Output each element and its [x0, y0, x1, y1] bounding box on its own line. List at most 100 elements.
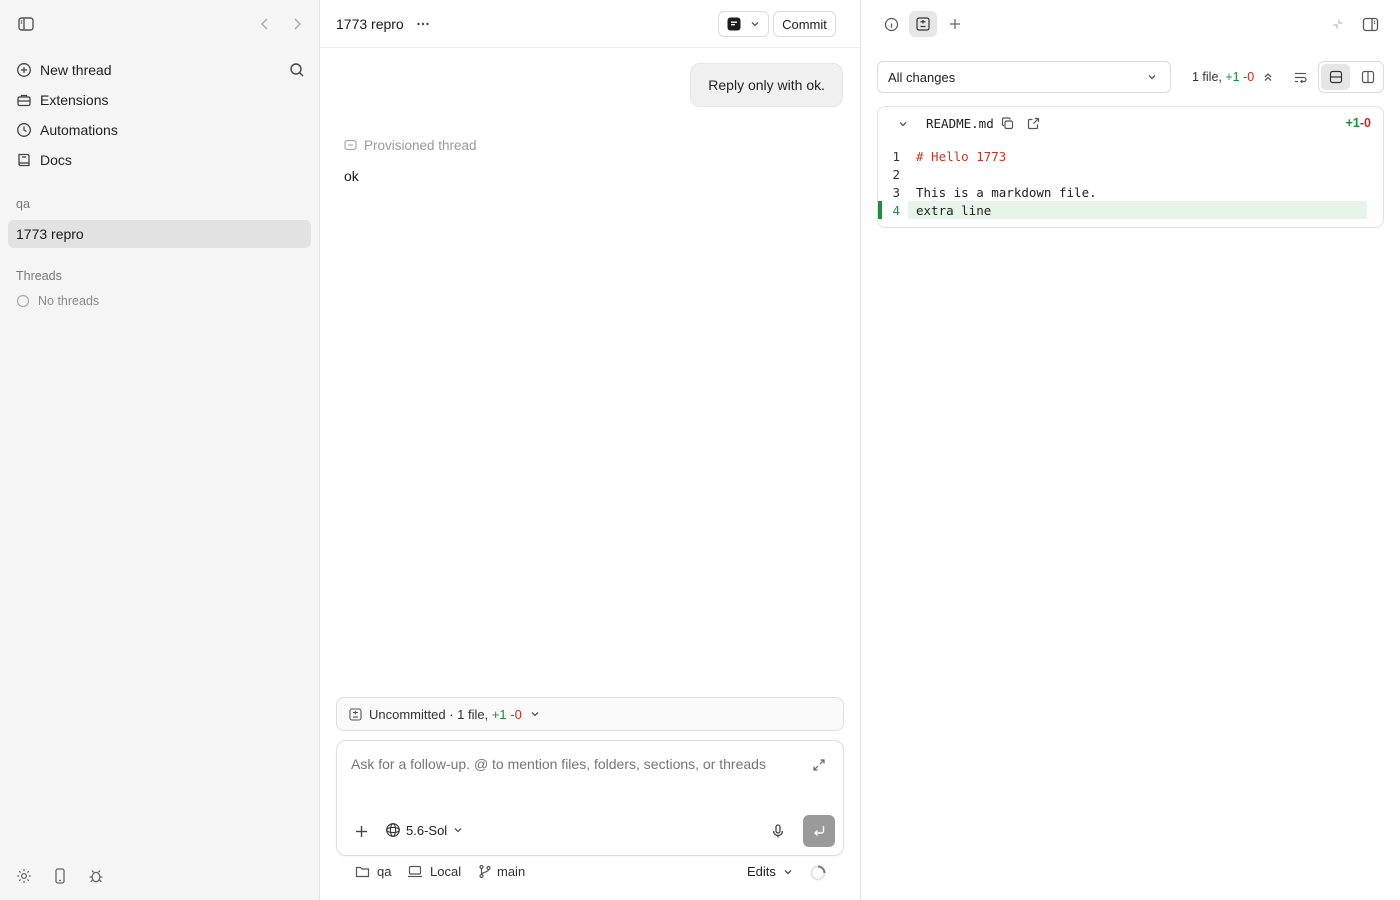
added-line-marker — [878, 201, 882, 219]
new-thread-item[interactable]: New thread — [8, 56, 311, 84]
search-icon[interactable] — [289, 62, 305, 78]
file-removed: -0 — [1359, 116, 1371, 130]
diff-tab-button[interactable] — [909, 11, 937, 37]
line-text: # Hello 1773 — [916, 148, 1007, 164]
threads-section-label: Threads — [16, 269, 62, 283]
loading-spinner-icon — [809, 864, 827, 882]
send-arrow-icon — [812, 824, 826, 838]
add-attachment-icon[interactable] — [353, 823, 369, 839]
editor-select-button[interactable] — [718, 11, 769, 37]
file-name[interactable]: README.md — [926, 116, 994, 131]
open-external-icon[interactable] — [1026, 116, 1040, 130]
file-diff-stats: +1-0 — [1346, 116, 1371, 130]
location-label: Local — [430, 864, 462, 879]
diff-line: 3 This is a markdown file. — [878, 183, 1383, 201]
main-panel: 1773 repro Commit Reply only with ok. Pr… — [320, 0, 861, 900]
clock-icon — [16, 122, 32, 138]
assistant-reply: ok — [344, 168, 359, 184]
book-icon — [16, 152, 32, 168]
mobile-device-icon[interactable] — [50, 866, 70, 886]
docs-item[interactable]: Docs — [8, 146, 311, 174]
empty-chat-icon — [16, 294, 30, 308]
uncommitted-text: Uncommitted · 1 file, +1 -0 — [369, 707, 522, 722]
composer: 5.6-Sol — [336, 740, 844, 856]
no-threads-row: No threads — [16, 294, 99, 308]
edits-label: Edits — [747, 864, 776, 879]
plus-circle-icon — [16, 62, 32, 78]
diff-line: 1 # Hello 1773 — [878, 147, 1383, 165]
toggle-panel-icon[interactable] — [1361, 15, 1379, 33]
commit-button[interactable]: Commit — [773, 11, 836, 37]
uncommitted-changes-bar[interactable]: Uncommitted · 1 file, +1 -0 — [336, 697, 844, 731]
editor-app-icon — [727, 17, 741, 31]
edits-selector[interactable]: Edits — [747, 864, 794, 879]
model-select-button[interactable]: 5.6-Sol — [385, 822, 464, 838]
user-message-bubble: Reply only with ok. — [690, 63, 843, 107]
uncommitted-added: +1 — [491, 706, 507, 722]
branch-label: main — [497, 864, 526, 879]
nav-label: Extensions — [40, 92, 109, 108]
line-number: 1 — [892, 148, 900, 164]
collapse-all-icon[interactable] — [1261, 70, 1275, 84]
nav-label: New thread — [40, 62, 112, 78]
uncommitted-removed: -0 — [510, 706, 522, 722]
chevron-down-icon — [529, 708, 541, 720]
toggle-sidebar-icon[interactable] — [17, 15, 35, 33]
automations-item[interactable]: Automations — [8, 116, 311, 144]
info-icon[interactable] — [883, 16, 899, 32]
diff-line-added: 4 extra line — [878, 201, 1383, 219]
model-label: 5.6-Sol — [406, 822, 448, 838]
line-text: This is a markdown file. — [916, 184, 1097, 200]
unified-view-icon — [1329, 70, 1343, 84]
main-header: 1773 repro Commit — [320, 0, 860, 48]
nav-label: Docs — [40, 152, 72, 168]
folder-icon — [355, 864, 370, 879]
more-options-icon[interactable] — [415, 16, 431, 32]
unified-view-button[interactable] — [1321, 64, 1350, 90]
file-diff-card: README.md +1-0 1 # Hello 1773 2 3 This i… — [877, 106, 1384, 228]
bug-icon[interactable] — [86, 866, 106, 886]
split-view-button[interactable] — [1353, 64, 1382, 90]
chat-bubble-icon — [344, 139, 357, 152]
chevron-down-icon — [1146, 71, 1158, 83]
back-arrow-icon[interactable] — [257, 16, 273, 32]
changes-filter-label: All changes — [888, 69, 956, 85]
provisioned-thread-row: Provisioned thread — [344, 138, 477, 153]
follow-up-input[interactable] — [351, 753, 791, 775]
summary-removed: -0 — [1243, 70, 1255, 84]
provisioned-label: Provisioned thread — [364, 138, 477, 153]
view-mode-toggle — [1318, 61, 1384, 93]
folder-label: qa — [377, 864, 392, 879]
diff-file-icon — [349, 707, 362, 721]
line-number: 2 — [892, 166, 900, 182]
collapse-icon[interactable] — [1331, 17, 1345, 31]
settings-gear-icon[interactable] — [14, 866, 34, 886]
thread-item-active[interactable]: 1773 repro — [8, 220, 311, 248]
line-number: 4 — [892, 202, 900, 218]
chevron-down-icon[interactable] — [896, 117, 910, 131]
line-number: 3 — [892, 184, 900, 200]
microphone-icon[interactable] — [770, 823, 786, 839]
copy-icon[interactable] — [1000, 116, 1014, 130]
location-selector[interactable]: Local — [407, 864, 461, 879]
summary-prefix: 1 file, — [1192, 70, 1226, 84]
split-view-icon — [1361, 70, 1375, 84]
toolbox-icon — [16, 92, 32, 108]
add-tab-icon[interactable] — [947, 16, 963, 32]
chevron-down-icon — [782, 866, 794, 878]
changes-panel: All changes 1 file, +1 -0 README.md +1-0… — [861, 0, 1400, 900]
forward-arrow-icon[interactable] — [289, 16, 305, 32]
send-button[interactable] — [803, 815, 835, 847]
page-title: 1773 repro — [336, 16, 404, 32]
folder-selector[interactable]: qa — [355, 864, 391, 879]
summary-added: +1 — [1225, 70, 1240, 84]
expand-icon[interactable] — [811, 757, 827, 773]
project-label[interactable]: qa — [16, 197, 30, 211]
no-threads-text: No threads — [38, 294, 100, 308]
laptop-icon — [407, 864, 423, 879]
branch-selector[interactable]: main — [478, 864, 525, 879]
chevron-down-icon — [749, 18, 761, 30]
extensions-item[interactable]: Extensions — [8, 86, 311, 114]
changes-filter-select[interactable]: All changes — [877, 61, 1171, 93]
wrap-lines-icon[interactable] — [1292, 69, 1308, 85]
